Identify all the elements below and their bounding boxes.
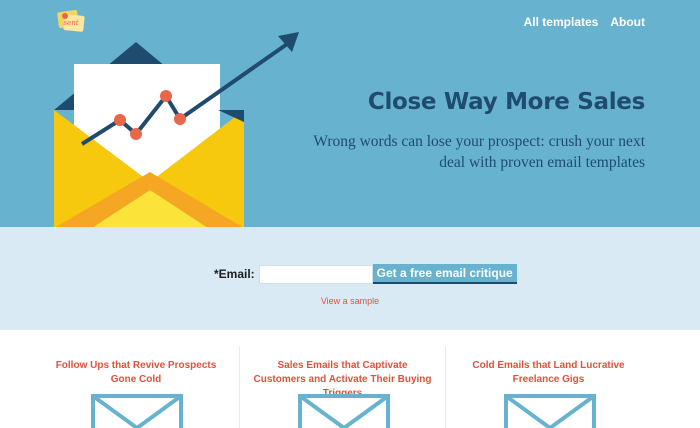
category-title[interactable]: Cold Emails that Land Lucrative Freelanc… xyxy=(456,359,641,387)
view-sample-link[interactable]: View a sample xyxy=(0,296,700,306)
nav-about[interactable]: About xyxy=(610,15,645,29)
category-card-sales-emails[interactable]: Sales Emails that Captivate Customers an… xyxy=(239,346,445,428)
email-field[interactable] xyxy=(258,264,373,284)
envelope-icon xyxy=(504,394,596,428)
category-card-cold-emails[interactable]: Cold Emails that Land Lucrative Freelanc… xyxy=(445,346,651,428)
hero-section: sent All templates About Close Way More … xyxy=(0,0,700,227)
hero-headline: Close Way More Sales xyxy=(367,89,645,115)
template-categories: Follow Ups that Revive Prospects Gone Co… xyxy=(33,346,667,428)
envelope-chart-illustration xyxy=(54,32,299,227)
email-signup-form: *Email: Get a free email critique xyxy=(214,264,517,284)
nav-all-templates[interactable]: All templates xyxy=(524,15,599,29)
category-title[interactable]: Follow Ups that Revive Prospects Gone Co… xyxy=(43,359,229,387)
envelope-icon xyxy=(91,394,183,428)
top-nav: All templates About xyxy=(524,15,645,29)
email-signup-section: *Email: Get a free email critique View a… xyxy=(0,227,700,330)
hero-subhead: Wrong words can lose your prospect: crus… xyxy=(313,133,645,171)
envelope-icon xyxy=(298,394,390,428)
category-card-follow-ups[interactable]: Follow Ups that Revive Prospects Gone Co… xyxy=(33,346,239,428)
free-critique-button[interactable]: Get a free email critique xyxy=(372,264,517,284)
email-label: *Email: xyxy=(214,267,255,281)
